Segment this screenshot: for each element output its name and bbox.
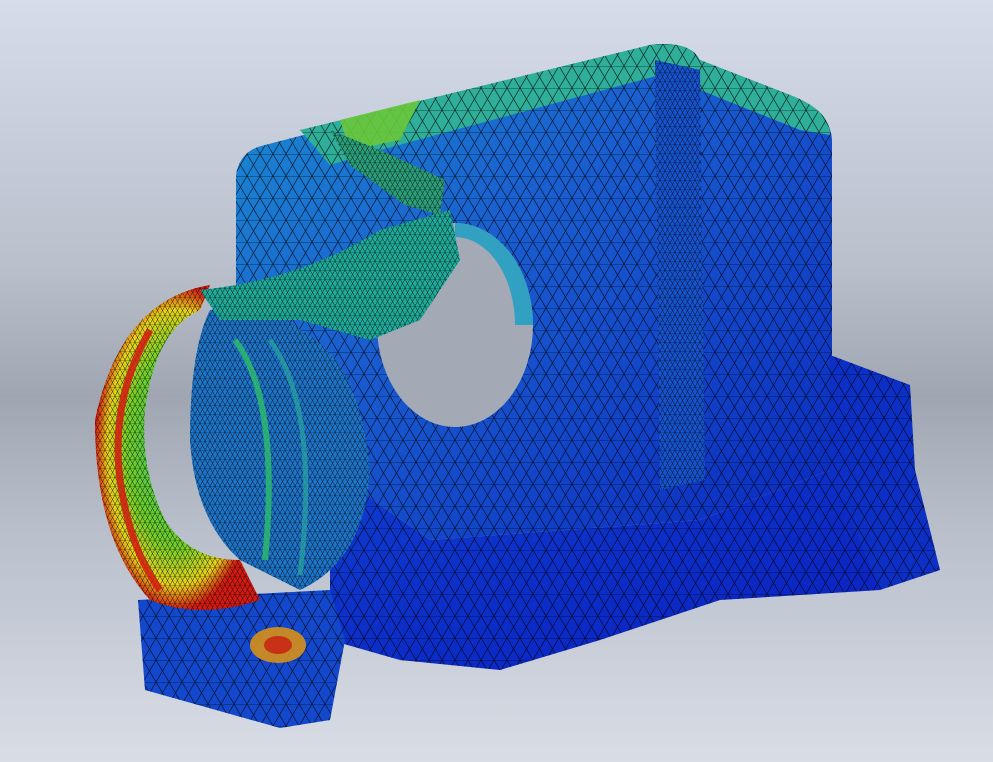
fea-model-svg[interactable]: [0, 0, 993, 762]
graphics-viewport[interactable]: [0, 0, 993, 762]
